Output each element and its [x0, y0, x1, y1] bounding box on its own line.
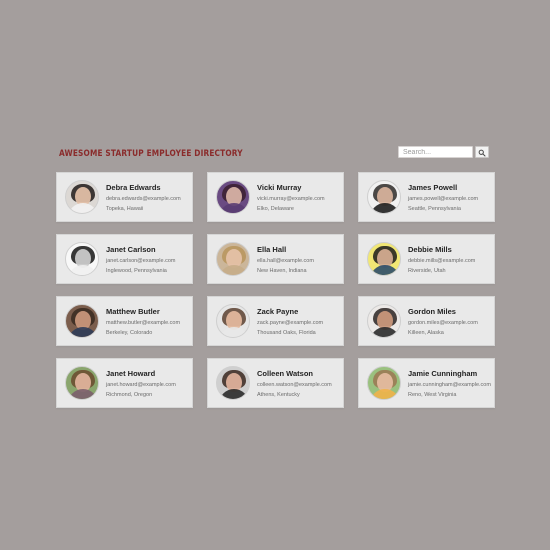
page: Awesome Startup Employee Directory Debra…: [0, 0, 550, 550]
employee-info: Debra Edwards debra.edwards@example.com …: [106, 182, 181, 213]
employee-location: Elko, Delaware: [257, 205, 294, 212]
employee-name: Janet Carlson: [106, 244, 156, 254]
avatar: [65, 304, 99, 338]
employee-email: gordon.miles@example.com: [408, 319, 478, 326]
employee-info: Janet Carlson janet.carlson@example.com …: [106, 244, 175, 275]
avatar: [65, 242, 99, 276]
employee-info: Zack Payne zack.payne@example.com Thousa…: [257, 306, 323, 337]
employee-name: Colleen Watson: [257, 368, 313, 378]
employee-card[interactable]: Ella Hall ella.hall@example.com New Have…: [207, 234, 344, 284]
avatar: [367, 366, 401, 400]
avatar: [216, 304, 250, 338]
employee-card[interactable]: Gordon Miles gordon.miles@example.com Ki…: [358, 296, 495, 346]
employee-card[interactable]: Debbie Mills debbie.mills@example.com Ri…: [358, 234, 495, 284]
employee-email: janet.howard@example.com: [106, 381, 176, 388]
employee-location: New Haven, Indiana: [257, 267, 307, 274]
employee-email: janet.carlson@example.com: [106, 257, 176, 264]
employee-email: debbie.mills@example.com: [408, 257, 476, 264]
employee-name: Ella Hall: [257, 244, 287, 254]
employee-email: vicki.murray@example.com: [257, 195, 325, 202]
employee-name: Zack Payne: [257, 306, 299, 316]
employee-info: Debbie Mills debbie.mills@example.com Ri…: [408, 244, 475, 275]
employee-card[interactable]: Jamie Cunningham jamie.cunningham@exampl…: [358, 358, 495, 408]
employee-info: Vicki Murray vicki.murray@example.com El…: [257, 182, 325, 213]
employee-name: James Powell: [408, 182, 458, 192]
employee-email: ella.hall@example.com: [257, 257, 314, 264]
employee-info: Janet Howard janet.howard@example.com Ri…: [106, 368, 176, 399]
employee-email: jamie.cunningham@example.com: [408, 381, 491, 388]
employee-card[interactable]: Colleen Watson colleen.watson@example.co…: [207, 358, 344, 408]
employee-location: Killeen, Alaska: [408, 329, 444, 336]
employee-info: Matthew Butler matthew.butler@example.co…: [106, 306, 180, 337]
employee-email: zack.payne@example.com: [257, 319, 324, 326]
employee-location: Richmond, Oregon: [106, 391, 153, 398]
employee-card[interactable]: James Powell james.powell@example.com Se…: [358, 172, 495, 222]
employee-info: Ella Hall ella.hall@example.com New Have…: [257, 244, 314, 275]
employee-location: Seattle, Pennsylvania: [408, 205, 461, 212]
avatar: [367, 304, 401, 338]
employee-location: Berkeley, Colorado: [106, 329, 153, 336]
search-bar: [398, 146, 491, 158]
avatar: [216, 242, 250, 276]
avatar: [65, 366, 99, 400]
employee-info: Jamie Cunningham jamie.cunningham@exampl…: [408, 368, 491, 399]
employee-location: Topeka, Hawaii: [106, 205, 144, 212]
employee-location: Athens, Kentucky: [257, 391, 300, 398]
employee-name: Vicki Murray: [257, 182, 302, 192]
employee-location: Thousand Oaks, Florida: [257, 329, 316, 336]
employee-name: Debra Edwards: [106, 182, 161, 192]
avatar: [216, 180, 250, 214]
employee-name: Gordon Miles: [408, 306, 456, 316]
employee-info: Colleen Watson colleen.watson@example.co…: [257, 368, 332, 399]
employee-name: Janet Howard: [106, 368, 156, 378]
avatar: [367, 180, 401, 214]
employee-card[interactable]: Janet Howard janet.howard@example.com Ri…: [56, 358, 193, 408]
employee-info: James Powell james.powell@example.com Se…: [408, 182, 478, 213]
employee-grid: Debra Edwards debra.edwards@example.com …: [56, 172, 495, 408]
search-input[interactable]: [398, 146, 473, 158]
employee-card[interactable]: Vicki Murray vicki.murray@example.com El…: [207, 172, 344, 222]
employee-location: Riverside, Utah: [408, 267, 446, 274]
employee-card[interactable]: Matthew Butler matthew.butler@example.co…: [56, 296, 193, 346]
employee-email: james.powell@example.com: [408, 195, 479, 202]
employee-location: Reno, West Virginia: [408, 391, 457, 398]
employee-location: Inglewood, Pennsylvania: [106, 267, 167, 274]
employee-card[interactable]: Zack Payne zack.payne@example.com Thousa…: [207, 296, 344, 346]
avatar: [65, 180, 99, 214]
search-icon: [478, 145, 486, 160]
employee-name: Jamie Cunningham: [408, 368, 478, 378]
avatar: [367, 242, 401, 276]
employee-name: Matthew Butler: [106, 306, 160, 316]
employee-card[interactable]: Janet Carlson janet.carlson@example.com …: [56, 234, 193, 284]
page-title: Awesome Startup Employee Directory: [59, 149, 243, 159]
employee-name: Debbie Mills: [408, 244, 452, 254]
employee-email: matthew.butler@example.com: [106, 319, 181, 326]
employee-email: debra.edwards@example.com: [106, 195, 181, 202]
search-button[interactable]: [475, 146, 489, 158]
employee-email: colleen.watson@example.com: [257, 381, 332, 388]
avatar: [216, 366, 250, 400]
employee-info: Gordon Miles gordon.miles@example.com Ki…: [408, 306, 478, 337]
employee-card[interactable]: Debra Edwards debra.edwards@example.com …: [56, 172, 193, 222]
